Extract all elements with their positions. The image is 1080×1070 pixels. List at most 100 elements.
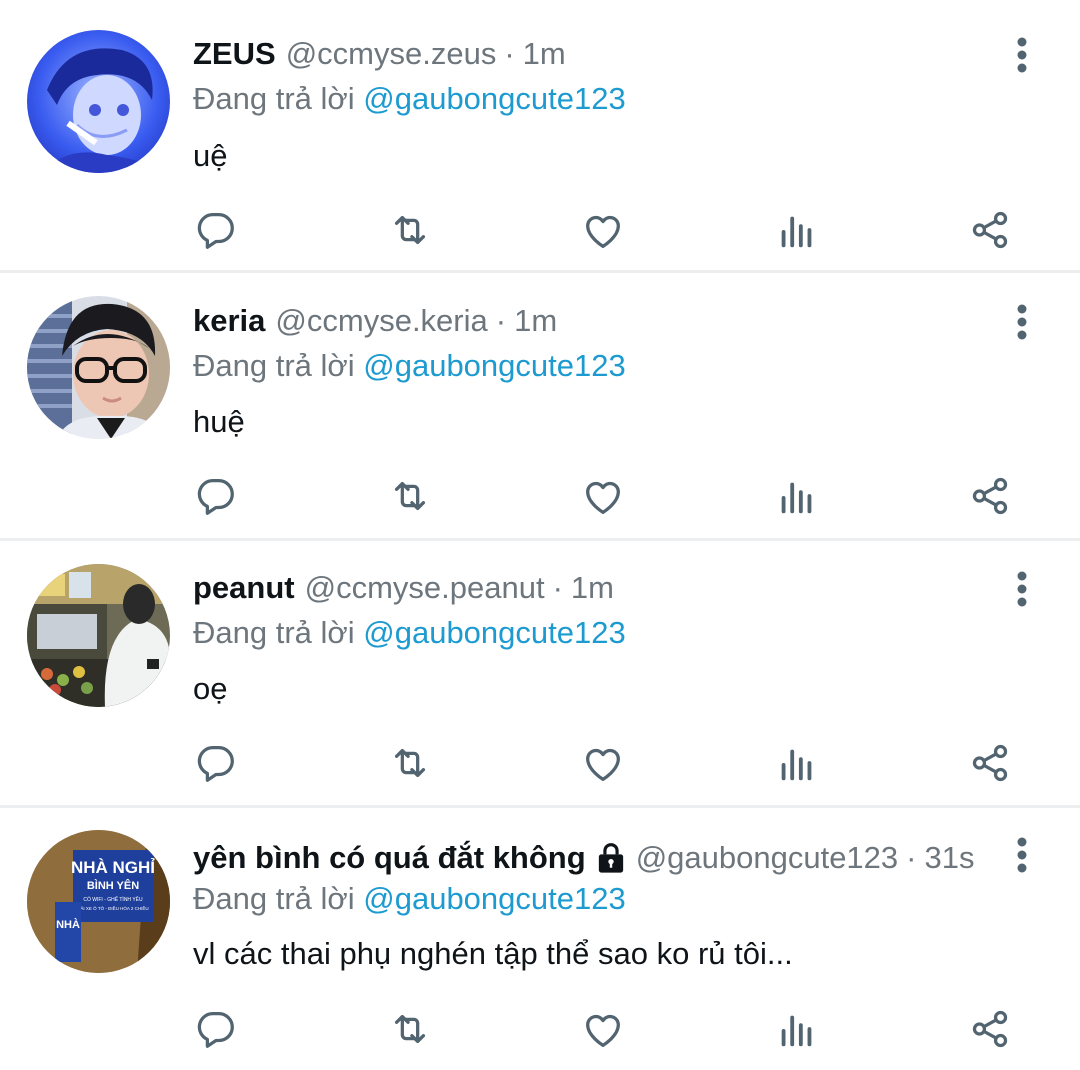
avatar[interactable] [27,30,170,173]
mention-link[interactable]: @gaubongcute123 [363,348,625,383]
like-button[interactable] [578,471,628,521]
retweet-button[interactable] [385,738,435,788]
more-vertical-icon [1017,571,1027,607]
tweet-text: oẹ [193,671,228,706]
username[interactable]: @ccmyse.keria [275,301,487,341]
sign-line-2: BÌNH YÊN [87,879,139,892]
replying-label: Đang trả lời [193,81,355,116]
username[interactable]: @gaubongcute123 [636,838,898,878]
more-vertical-icon [1017,837,1027,873]
more-options-button[interactable] [1002,300,1042,344]
sign-line-1: NHÀ NGHỈ [71,858,155,877]
retweet-icon [394,215,426,245]
more-options-button[interactable] [1002,567,1042,611]
retweet-button[interactable] [385,471,435,521]
separator-dot: · [495,303,507,338]
tweet-text: vl các thai phụ nghén tập thể sao ko rủ … [193,936,793,971]
username[interactable]: @ccmyse.zeus [286,34,497,74]
like-icon [586,1014,620,1047]
display-name[interactable]: peanut [193,568,295,608]
reply-button[interactable] [191,1004,241,1054]
share-button[interactable] [965,1004,1015,1054]
reply-icon [197,1012,234,1048]
share-icon [972,211,1008,249]
more-options-button[interactable] [1002,33,1042,77]
avatar-image: NHÀ NGHỈ BÌNH YÊN CÓ WIFI - GHẾ TÌNH YÊU… [27,830,170,973]
action-bar [0,205,1080,255]
reply-button[interactable] [191,738,241,788]
more-vertical-icon [1017,304,1027,340]
display-name[interactable]: ZEUS [193,34,276,74]
replying-label: Đang trả lời [193,615,355,650]
avatar[interactable] [27,564,170,707]
sign-line-3: CÓ WIFI - GHẾ TÌNH YÊU [83,895,143,903]
reply-icon [197,213,234,249]
share-icon [972,744,1008,782]
replying-to: Đang trả lời @gaubongcute123 [193,613,626,653]
more-options-button[interactable] [1002,833,1042,877]
mention-link[interactable]: @gaubongcute123 [363,881,625,916]
like-button[interactable] [578,1004,628,1054]
tweet[interactable]: NHÀ NGHỈ BÌNH YÊN CÓ WIFI - GHẾ TÌNH YÊU… [0,808,1080,1070]
share-button[interactable] [965,738,1015,788]
more-vertical-icon [1017,37,1027,73]
like-icon [586,215,620,248]
views-button[interactable] [772,471,822,521]
timestamp[interactable]: 1m [523,34,566,74]
avatar[interactable] [27,296,170,439]
share-icon [972,1010,1008,1048]
display-name[interactable]: keria [193,301,265,341]
tweet-header: peanut @ccmyse.peanut · 1m [193,568,614,608]
like-icon [586,481,620,514]
reply-icon [197,746,234,782]
retweet-icon [394,1014,426,1044]
avatar[interactable]: NHÀ NGHỈ BÌNH YÊN CÓ WIFI - GHẾ TÌNH YÊU… [27,830,170,973]
reply-feed: ZEUS @ccmyse.zeus · 1m Đang trả lời @gau… [0,0,1080,1070]
avatar-image [27,30,170,173]
share-icon [972,477,1008,515]
sign-side: NHÀ [56,918,80,931]
protected-lock-icon [598,843,623,873]
views-icon [781,216,812,248]
views-button[interactable] [772,738,822,788]
views-icon [781,749,812,781]
action-bar [0,471,1080,521]
reply-button[interactable] [191,205,241,255]
views-icon [781,482,812,514]
replying-to: Đang trả lời @gaubongcute123 [193,346,626,386]
views-button[interactable] [772,1004,822,1054]
username[interactable]: @ccmyse.peanut [305,568,545,608]
tweet[interactable]: keria @ccmyse.keria · 1m Đang trả lời @g… [0,273,1080,538]
like-button[interactable] [578,738,628,788]
retweet-button[interactable] [385,205,435,255]
separator-dot: · [552,570,563,605]
separator-dot: · [906,840,917,875]
display-name[interactable]: yên bình có quá đắt không [193,838,586,878]
separator-dot: · [504,36,515,71]
replying-label: Đang trả lời [193,881,355,916]
mention-link[interactable]: @gaubongcute123 [363,615,625,650]
timestamp[interactable]: 1m [514,301,557,341]
tweet-header: keria @ccmyse.keria · 1m [193,301,557,341]
views-button[interactable] [772,205,822,255]
avatar-image [27,296,170,439]
timestamp[interactable]: 1m [571,568,614,608]
tweet[interactable]: ZEUS @ccmyse.zeus · 1m Đang trả lời @gau… [0,0,1080,270]
share-button[interactable] [965,205,1015,255]
like-icon [586,748,620,781]
reply-icon [197,479,234,515]
reply-button[interactable] [191,471,241,521]
share-button[interactable] [965,471,1015,521]
tweet-header: ZEUS @ccmyse.zeus · 1m [193,34,566,74]
action-bar [0,738,1080,788]
retweet-button[interactable] [385,1004,435,1054]
retweet-icon [394,481,426,511]
timestamp[interactable]: 31s [925,838,975,878]
views-icon [781,1015,812,1047]
retweet-icon [394,748,426,778]
tweet-text: uệ [193,138,228,173]
like-button[interactable] [578,205,628,255]
tweet[interactable]: peanut @ccmyse.peanut · 1m Đang trả lời … [0,541,1080,805]
avatar-image [27,564,170,707]
mention-link[interactable]: @gaubongcute123 [363,81,625,116]
